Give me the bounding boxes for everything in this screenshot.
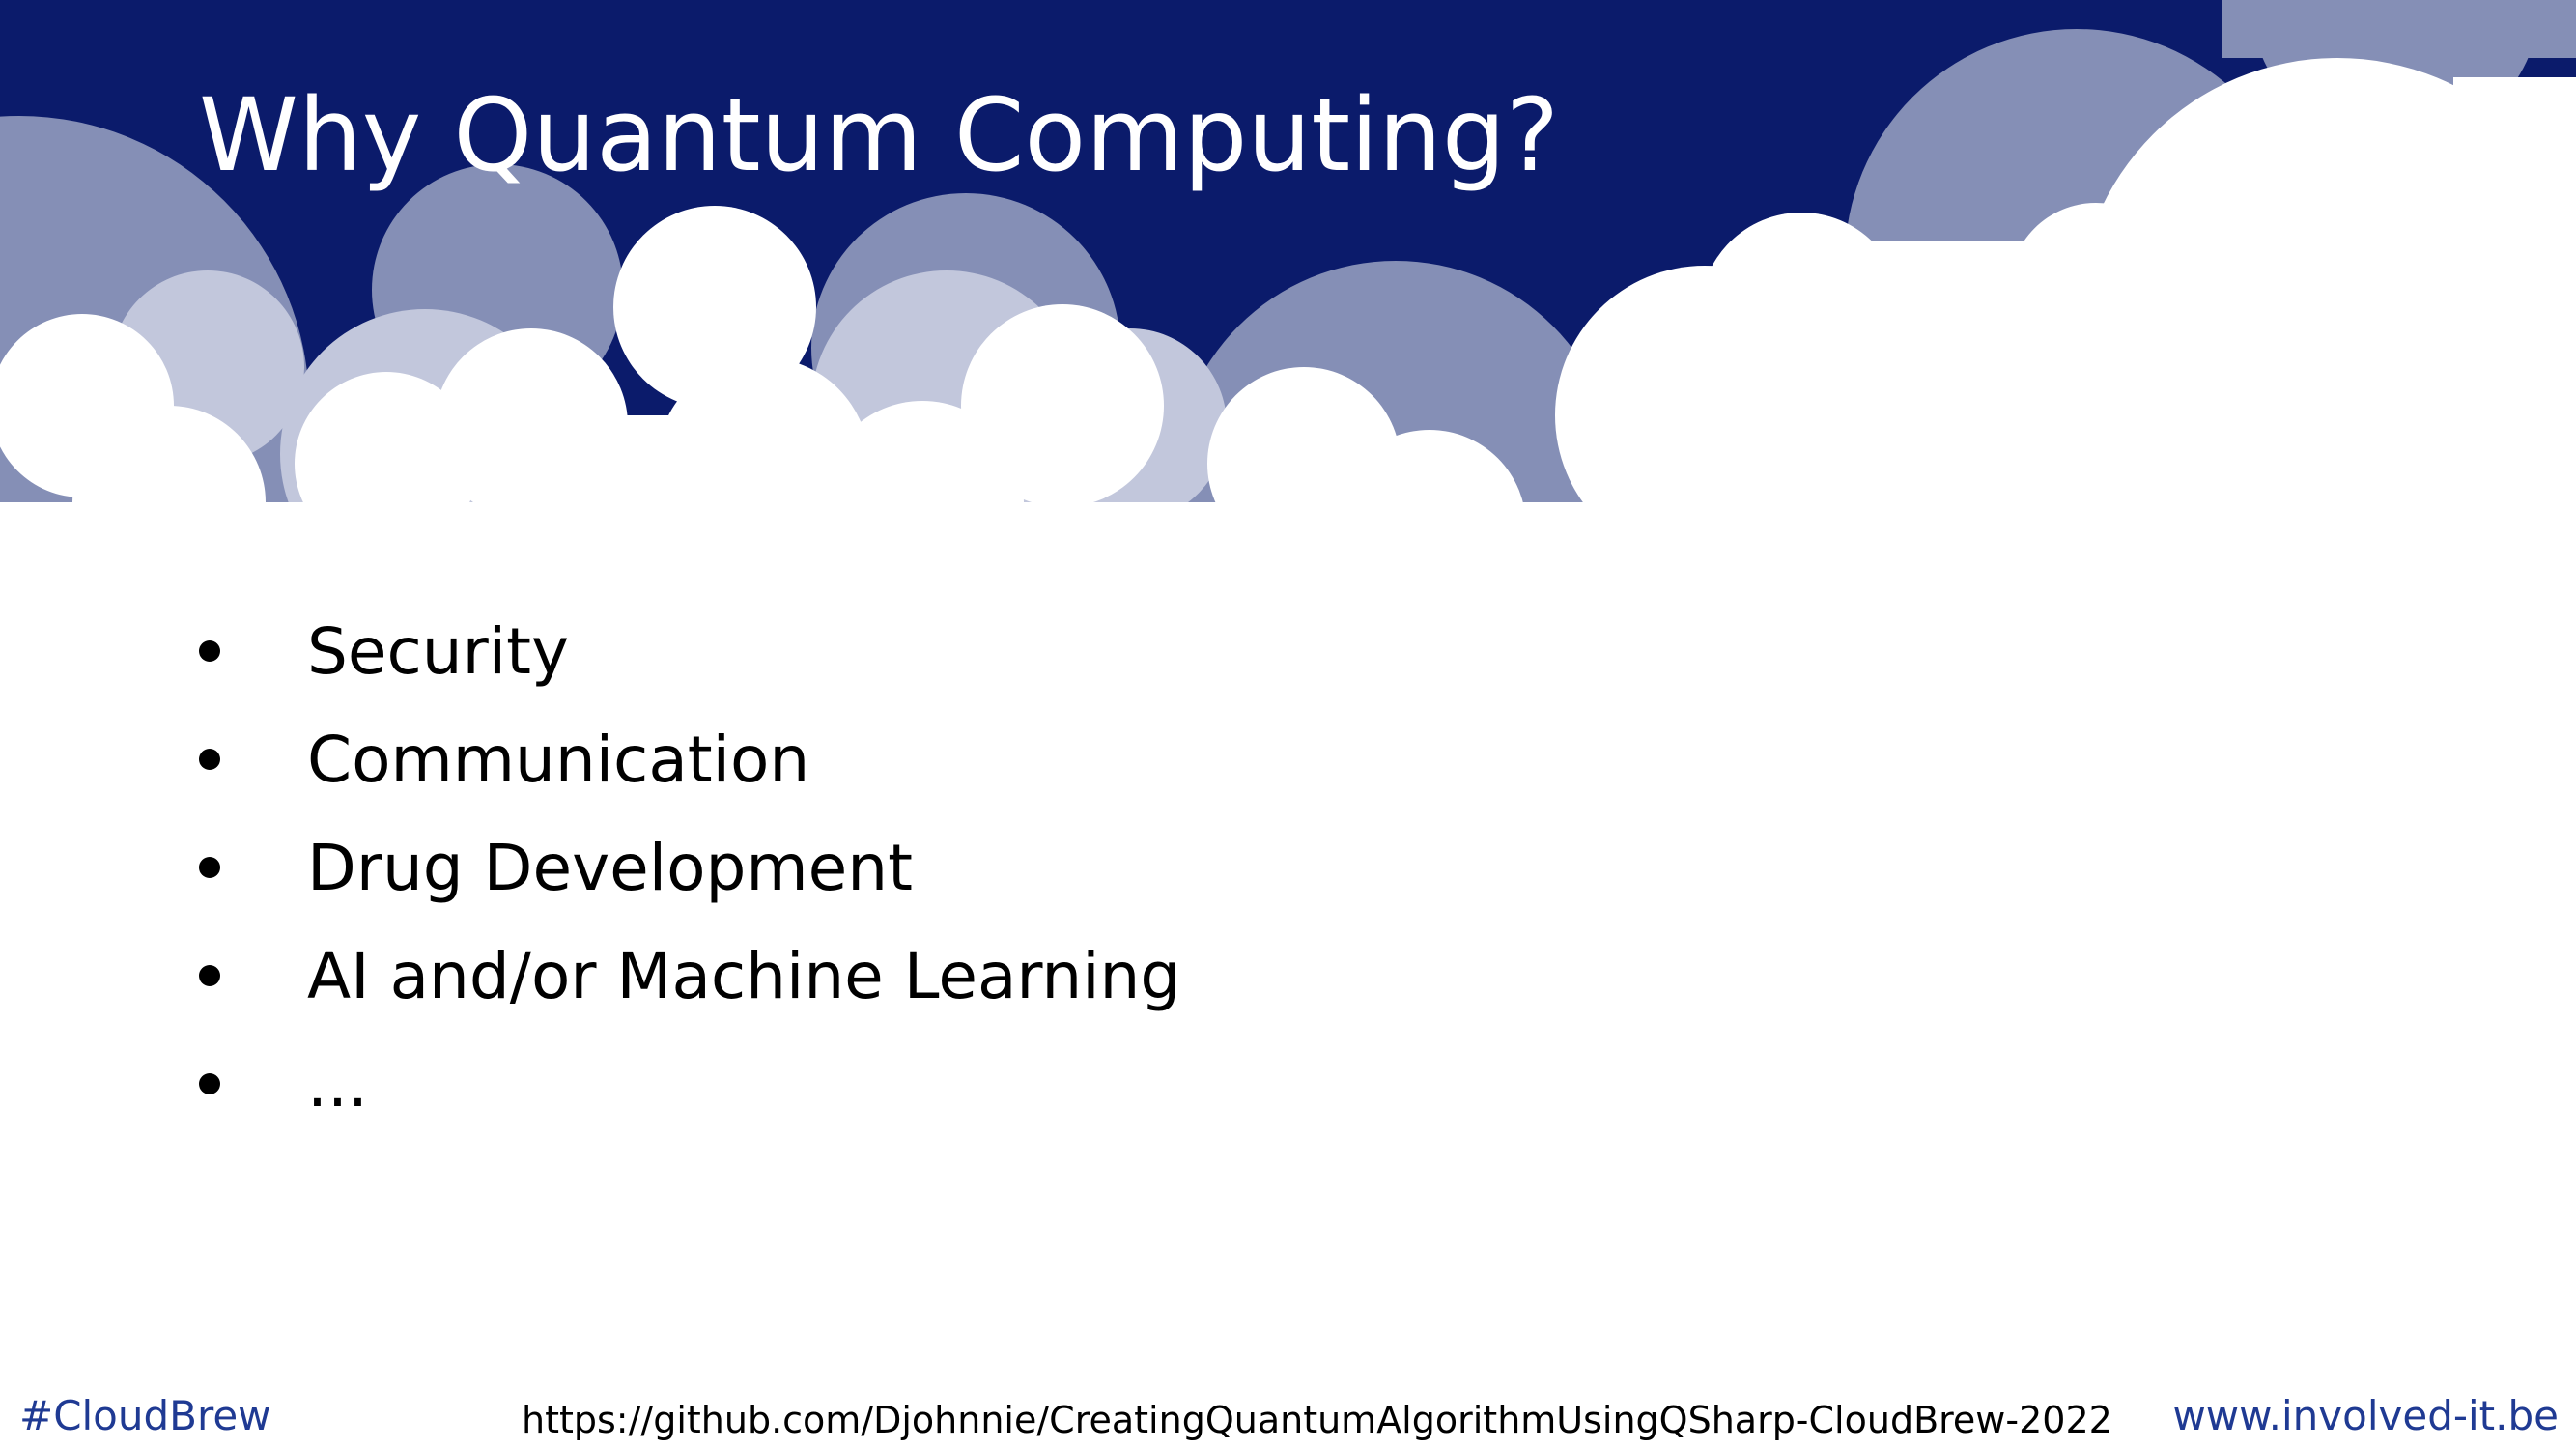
bullet-item: Communication xyxy=(193,705,1180,813)
bullet-text: Drug Development xyxy=(307,830,913,905)
footer-website-link[interactable]: www.involved-it.be xyxy=(2172,1389,2559,1443)
bullet-icon xyxy=(199,965,220,986)
bullet-text: AI and/or Machine Learning xyxy=(307,938,1181,1013)
bullet-icon xyxy=(199,640,220,662)
bullet-list: Security Communication Drug Development … xyxy=(193,597,1180,1138)
bullet-text: ... xyxy=(307,1046,368,1122)
bullet-item: ... xyxy=(193,1030,1180,1138)
bullet-item: Security xyxy=(193,597,1180,705)
bullet-item: AI and/or Machine Learning xyxy=(193,922,1180,1030)
bullet-icon xyxy=(199,1073,220,1094)
footer-hashtag: #CloudBrew xyxy=(19,1392,271,1439)
slide-title: Why Quantum Computing? xyxy=(199,76,1560,194)
slide: Why Quantum Computing? Security Communic… xyxy=(0,0,2576,1449)
bullet-item: Drug Development xyxy=(193,813,1180,922)
bullet-text: Security xyxy=(307,613,570,689)
bullet-icon xyxy=(199,749,220,770)
footer-repo-link[interactable]: https://github.com/Djohnnie/CreatingQuan… xyxy=(522,1393,2112,1447)
bullet-text: Communication xyxy=(307,722,810,797)
bullet-icon xyxy=(199,857,220,878)
